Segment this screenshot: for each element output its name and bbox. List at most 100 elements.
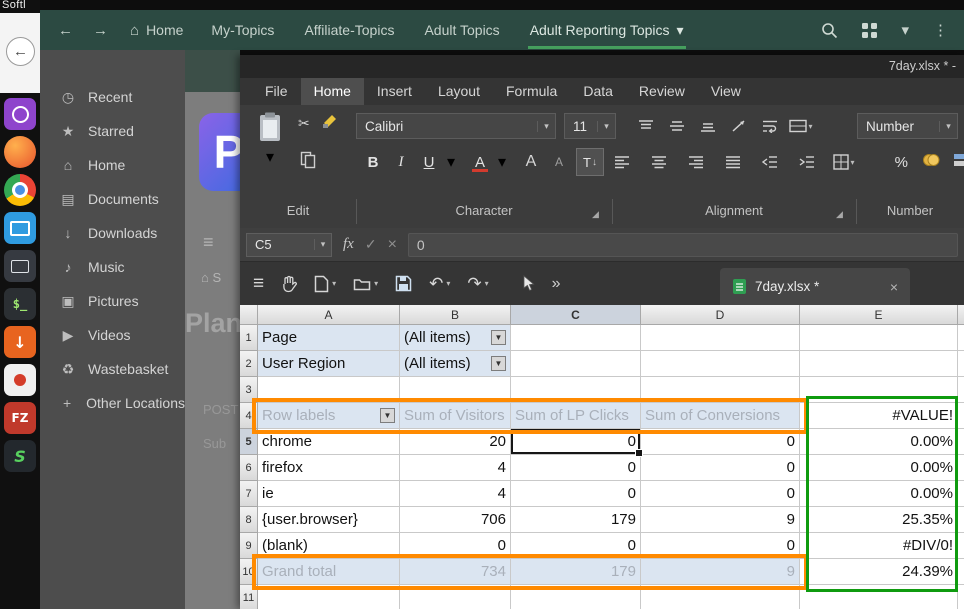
cell-E11[interactable]: [800, 585, 958, 609]
redo-button[interactable]: ↷▾: [467, 274, 488, 294]
cell-E4[interactable]: #VALUE!: [800, 403, 958, 429]
filter-dropdown-button[interactable]: ▼: [380, 408, 395, 423]
cell-C6[interactable]: 0: [511, 455, 641, 481]
close-tab-icon[interactable]: ×: [880, 279, 898, 295]
borders-button[interactable]: ▾: [832, 150, 856, 174]
cell-C2[interactable]: [511, 351, 641, 377]
cell-A1[interactable]: Page: [258, 325, 400, 351]
cell-D3[interactable]: [641, 377, 800, 403]
menu-view[interactable]: View: [698, 78, 754, 105]
row-header-4[interactable]: 4: [240, 403, 258, 429]
name-box[interactable]: C5 ▾: [246, 233, 332, 257]
shrink-font-button[interactable]: A: [548, 149, 570, 175]
chevron-down-icon[interactable]: ▾: [901, 21, 909, 39]
percent-style-button[interactable]: %: [895, 154, 908, 171]
copy-icon[interactable]: [300, 151, 316, 174]
row-header-2[interactable]: 2: [240, 351, 258, 377]
cell-C1[interactable]: [511, 325, 641, 351]
chevron-down-icon[interactable]: ▾: [446, 150, 456, 174]
dock-icon-media-writer[interactable]: [4, 364, 36, 396]
cell-B1[interactable]: (All items)▼: [400, 325, 511, 351]
cut-icon[interactable]: ✂: [298, 115, 310, 132]
filter-dropdown-button[interactable]: ▼: [491, 330, 506, 345]
text-orientation-button[interactable]: [727, 114, 751, 138]
sidebar-item-other-locations[interactable]: +Other Locations: [40, 386, 185, 420]
column-header-B[interactable]: B: [400, 305, 511, 325]
menu-insert[interactable]: Insert: [364, 78, 425, 105]
nav-item-adult-topics[interactable]: Adult Topics: [424, 22, 499, 38]
dock-icon-smartgit[interactable]: S: [4, 440, 36, 472]
cell-D10[interactable]: 9: [641, 559, 800, 585]
format-painter-icon[interactable]: [322, 113, 338, 134]
cell-D9[interactable]: 0: [641, 533, 800, 559]
back-button[interactable]: ←: [6, 37, 35, 66]
align-left-button[interactable]: [610, 150, 634, 174]
cell-B10[interactable]: 734: [400, 559, 511, 585]
column-header-C[interactable]: C: [511, 305, 641, 325]
sidebar-item-music[interactable]: ♪Music: [40, 250, 185, 284]
font-name-select[interactable]: Calibri ▾: [356, 113, 556, 139]
cell-A9[interactable]: (blank): [258, 533, 400, 559]
accept-icon[interactable]: ✓: [365, 236, 377, 253]
dock-icon-downloader[interactable]: ↓: [4, 326, 36, 358]
nav-item-affiliate-topics[interactable]: Affiliate-Topics: [304, 22, 394, 38]
menu-data[interactable]: Data: [570, 78, 626, 105]
cancel-icon[interactable]: ×: [388, 236, 397, 254]
sidebar-item-videos[interactable]: ▶Videos: [40, 318, 185, 352]
cell-B6[interactable]: 4: [400, 455, 511, 481]
dock-icon-filezilla[interactable]: FZ: [4, 402, 36, 434]
menu-review[interactable]: Review: [626, 78, 698, 105]
row-header-9[interactable]: 9: [240, 533, 258, 559]
row-header-7[interactable]: 7: [240, 481, 258, 507]
row-header-8[interactable]: 8: [240, 507, 258, 533]
underline-button[interactable]: U: [418, 149, 440, 175]
cell-E5[interactable]: 0.00%: [800, 429, 958, 455]
filter-dropdown-button[interactable]: ▼: [491, 356, 506, 371]
cell-E1[interactable]: [800, 325, 958, 351]
row-header-1[interactable]: 1: [240, 325, 258, 351]
merge-cells-button[interactable]: ▾: [789, 114, 813, 138]
paste-button[interactable]: ▾: [248, 111, 292, 191]
cell-D2[interactable]: [641, 351, 800, 377]
open-file-button[interactable]: ▾: [353, 277, 378, 291]
cell-A7[interactable]: ie: [258, 481, 400, 507]
cell-C3[interactable]: [511, 377, 641, 403]
sidebar-item-downloads[interactable]: ↓Downloads: [40, 216, 185, 250]
kebab-menu-icon[interactable]: ⋮: [933, 21, 948, 39]
menu-layout[interactable]: Layout: [425, 78, 493, 105]
cell-B9[interactable]: 0: [400, 533, 511, 559]
cell-A5[interactable]: chrome: [258, 429, 400, 455]
cell-D6[interactable]: 0: [641, 455, 800, 481]
cell-D4[interactable]: Sum of Conversions: [641, 403, 800, 429]
cell-C10[interactable]: 179: [511, 559, 641, 585]
cell-E3[interactable]: [800, 377, 958, 403]
cell-B3[interactable]: [400, 377, 511, 403]
row-header-3[interactable]: 3: [240, 377, 258, 403]
cell-A6[interactable]: firefox: [258, 455, 400, 481]
character-dialog-launcher-icon[interactable]: ◢: [592, 209, 599, 220]
cell-D5[interactable]: 0: [641, 429, 800, 455]
sidebar-item-pictures[interactable]: ▣Pictures: [40, 284, 185, 318]
window-titlebar[interactable]: 7day.xlsx * -: [240, 55, 964, 78]
more-tools-icon[interactable]: »: [552, 275, 561, 293]
dock-icon-chrome[interactable]: [4, 174, 36, 206]
nav-item-adult-reporting-topics[interactable]: Adult Reporting Topics ▾: [530, 22, 684, 39]
cell-C11[interactable]: [511, 585, 641, 609]
bold-button[interactable]: B: [362, 149, 384, 175]
nav-item-home[interactable]: ⌂ Home: [130, 22, 183, 39]
cell-C5[interactable]: 0: [511, 429, 641, 455]
save-button[interactable]: [395, 275, 412, 292]
sidebar-item-documents[interactable]: ▤Documents: [40, 182, 185, 216]
row-header-6[interactable]: 6: [240, 455, 258, 481]
cell-B8[interactable]: 706: [400, 507, 511, 533]
pointer-tool-icon[interactable]: [522, 275, 535, 292]
italic-button[interactable]: I: [390, 149, 412, 175]
cell-E6[interactable]: 0.00%: [800, 455, 958, 481]
cell-C7[interactable]: 0: [511, 481, 641, 507]
cell-E10[interactable]: 24.39%: [800, 559, 958, 585]
cell-D7[interactable]: 0: [641, 481, 800, 507]
text-direction-button-active[interactable]: T ↓: [576, 148, 604, 176]
cell-A3[interactable]: [258, 377, 400, 403]
hand-tool-icon[interactable]: [281, 275, 297, 293]
menu-home[interactable]: Home: [301, 78, 364, 105]
